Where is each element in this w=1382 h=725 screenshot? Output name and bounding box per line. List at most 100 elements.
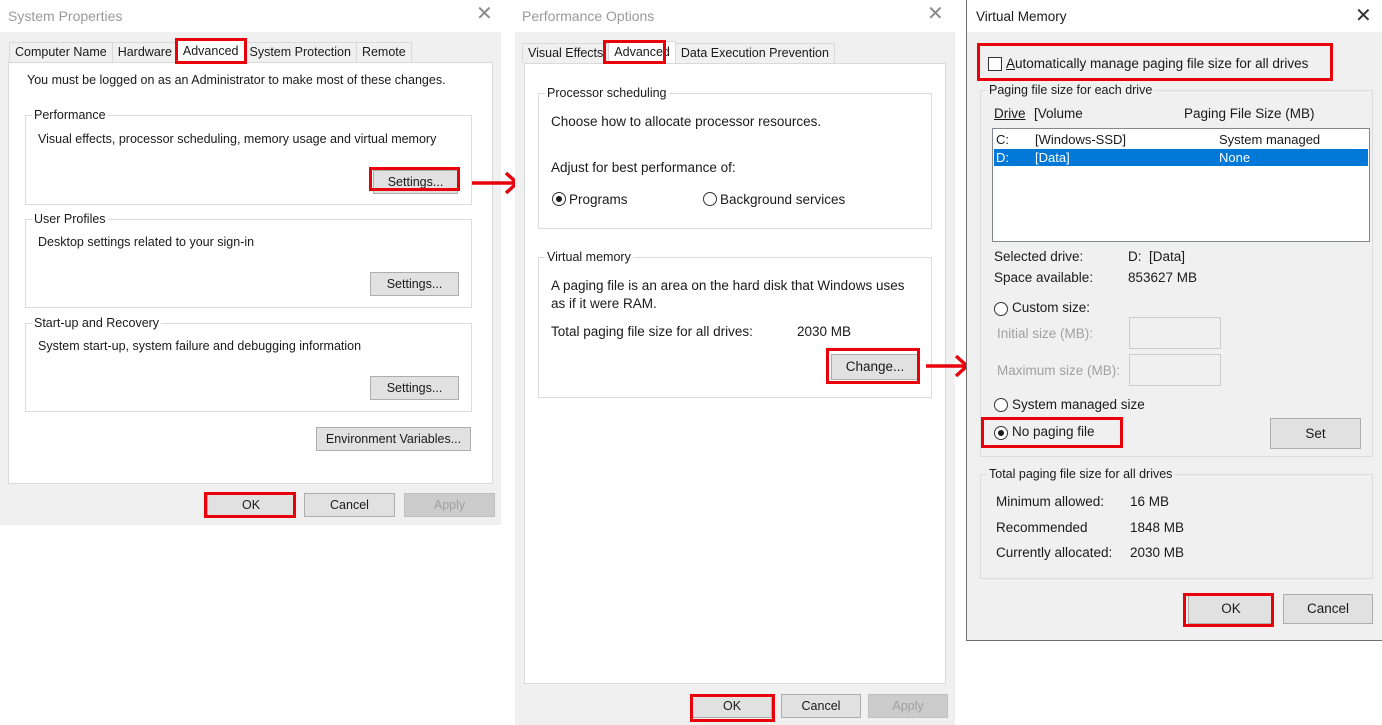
close-icon[interactable]: ✕ xyxy=(927,4,944,24)
totals-group-label: Total paging file size for all drives xyxy=(987,466,1175,482)
drive-list[interactable]: C: [Windows-SSD] System managed D: [Data… xyxy=(992,128,1370,242)
performance-settings-button[interactable]: Settings... xyxy=(373,170,458,194)
virtual-memory-label: Virtual memory xyxy=(545,249,633,265)
title-bar: System Properties ✕ xyxy=(0,0,501,32)
minimum-allowed-value: 16 MB xyxy=(1130,494,1170,509)
apply-button[interactable]: Apply xyxy=(404,493,495,517)
column-drive: Drive xyxy=(994,106,1026,121)
user-profiles-settings-button[interactable]: Settings... xyxy=(370,272,459,296)
virtual-memory-description-1: A paging file is an area on the hard dis… xyxy=(551,278,905,293)
change-button[interactable]: Change... xyxy=(831,354,919,380)
tab-computer-name[interactable]: Computer Name xyxy=(9,42,113,62)
arrow-right-icon xyxy=(926,354,970,378)
auto-manage-label-text: utomatically manage paging file size for… xyxy=(1015,56,1309,71)
space-available-value: 853627 MB xyxy=(1128,270,1198,285)
startup-recovery-description: System start-up, system failure and debu… xyxy=(38,339,362,353)
custom-size-label[interactable]: Custom size: xyxy=(1012,300,1090,315)
recommended-label: Recommended xyxy=(996,520,1088,535)
environment-variables-button[interactable]: Environment Variables... xyxy=(316,427,471,451)
custom-size-radio[interactable] xyxy=(994,302,1008,316)
title-bar: Virtual Memory ✕ xyxy=(967,0,1382,32)
drive-row[interactable]: D: [Data] None xyxy=(994,149,1368,166)
drive-volume: [Windows-SSD] xyxy=(1035,132,1127,147)
drive-letter: D: xyxy=(996,150,1009,165)
ok-button[interactable]: OK xyxy=(692,694,772,718)
background-services-label[interactable]: Background services xyxy=(720,192,845,207)
cancel-button[interactable]: Cancel xyxy=(1283,594,1373,624)
dialog-title: System Properties xyxy=(8,8,123,24)
close-icon[interactable]: ✕ xyxy=(1355,6,1372,26)
startup-recovery-group-label: Start-up and Recovery xyxy=(32,315,162,331)
total-paging-label: Total paging file size for all drives: xyxy=(551,324,753,339)
drive-paging-size: None xyxy=(1219,150,1251,165)
set-button[interactable]: Set xyxy=(1270,418,1361,449)
system-managed-label[interactable]: System managed size xyxy=(1012,397,1145,412)
currently-allocated-value: 2030 MB xyxy=(1130,545,1185,560)
tab-advanced[interactable]: Advanced xyxy=(608,41,676,63)
processor-scheduling-label: Processor scheduling xyxy=(545,85,669,101)
cancel-button[interactable]: Cancel xyxy=(781,694,861,718)
user-profiles-description: Desktop settings related to your sign-in xyxy=(38,235,255,249)
drive-volume: [Data] xyxy=(1035,150,1070,165)
advanced-tab-panel: Processor scheduling Choose how to alloc… xyxy=(524,63,946,684)
drive-letter: C: xyxy=(996,132,1009,147)
close-icon[interactable]: ✕ xyxy=(476,4,493,24)
tab-advanced[interactable]: Advanced xyxy=(176,40,245,62)
selected-drive-value: D: [Data] xyxy=(1128,249,1186,264)
admin-note: You must be logged on as an Administrato… xyxy=(27,73,446,87)
startup-recovery-settings-button[interactable]: Settings... xyxy=(370,376,459,400)
tab-remote[interactable]: Remote xyxy=(355,42,412,62)
tab-strip: Computer Name Hardware Advanced System P… xyxy=(9,40,412,62)
performance-group-label: Performance xyxy=(32,107,108,123)
advanced-tab-panel: You must be logged on as an Administrato… xyxy=(8,62,493,484)
no-paging-file-label[interactable]: No paging file xyxy=(1012,424,1095,439)
selected-drive-label: Selected drive: xyxy=(994,249,1084,264)
virtual-memory-dialog: Virtual Memory ✕ Automatically manage pa… xyxy=(966,0,1382,641)
drive-row[interactable]: C: [Windows-SSD] System managed xyxy=(994,131,1368,148)
system-properties-dialog: System Properties ✕ Computer Name Hardwa… xyxy=(0,0,501,525)
recommended-value: 1848 MB xyxy=(1130,520,1185,535)
column-size: Paging File Size (MB) xyxy=(1184,106,1315,121)
dialog-title: Virtual Memory xyxy=(976,9,1067,24)
space-available-label: Space available: xyxy=(994,270,1094,285)
ok-button[interactable]: OK xyxy=(1188,594,1274,624)
cancel-button[interactable]: Cancel xyxy=(304,493,395,517)
currently-allocated-label: Currently allocated: xyxy=(996,545,1113,560)
ok-button[interactable]: OK xyxy=(207,493,295,517)
maximum-size-label: Maximum size (MB): xyxy=(997,363,1121,378)
tab-visual-effects[interactable]: Visual Effects xyxy=(522,43,610,63)
paging-file-group: Paging file size for each drive Drive [V… xyxy=(980,82,1373,457)
totals-group: Total paging file size for all drives Mi… xyxy=(980,466,1373,579)
virtual-memory-description-2: as if it were RAM. xyxy=(551,296,657,311)
background-services-radio[interactable] xyxy=(703,192,717,206)
processor-scheduling-group: Processor scheduling Choose how to alloc… xyxy=(538,85,932,229)
no-paging-file-radio[interactable] xyxy=(994,426,1008,440)
drive-paging-size: System managed xyxy=(1219,132,1321,147)
system-managed-radio[interactable] xyxy=(994,398,1008,412)
initial-size-label: Initial size (MB): xyxy=(997,326,1094,341)
minimum-allowed-label: Minimum allowed: xyxy=(996,494,1105,509)
tab-system-protection[interactable]: System Protection xyxy=(243,42,357,62)
adjust-label: Adjust for best performance of: xyxy=(551,160,736,175)
programs-radio[interactable] xyxy=(552,192,566,206)
user-profiles-group-label: User Profiles xyxy=(32,211,108,227)
tab-strip: Visual Effects Advanced Data Execution P… xyxy=(522,41,835,63)
paging-file-group-label: Paging file size for each drive xyxy=(987,82,1155,98)
column-drive-text: Drive xyxy=(994,106,1026,121)
tab-hardware[interactable]: Hardware xyxy=(111,42,178,62)
tab-data-execution-prevention[interactable]: Data Execution Prevention xyxy=(674,43,835,63)
apply-button[interactable]: Apply xyxy=(868,694,948,718)
performance-group: Performance Visual effects, processor sc… xyxy=(25,107,472,205)
performance-description: Visual effects, processor scheduling, me… xyxy=(38,132,437,146)
auto-manage-label[interactable]: Automatically manage paging file size fo… xyxy=(1006,56,1308,71)
performance-options-dialog: Performance Options ✕ Visual Effects Adv… xyxy=(515,0,955,725)
processor-scheduling-description: Choose how to allocate processor resourc… xyxy=(551,114,822,129)
initial-size-input[interactable] xyxy=(1129,317,1221,349)
title-bar: Performance Options ✕ xyxy=(515,0,955,32)
column-volume: [Volume xyxy=(1034,106,1083,121)
startup-recovery-group: Start-up and Recovery System start-up, s… xyxy=(25,315,472,412)
maximum-size-input[interactable] xyxy=(1129,354,1221,386)
programs-label[interactable]: Programs xyxy=(569,192,628,207)
user-profiles-group: User Profiles Desktop settings related t… xyxy=(25,211,472,308)
auto-manage-checkbox[interactable] xyxy=(988,57,1002,71)
